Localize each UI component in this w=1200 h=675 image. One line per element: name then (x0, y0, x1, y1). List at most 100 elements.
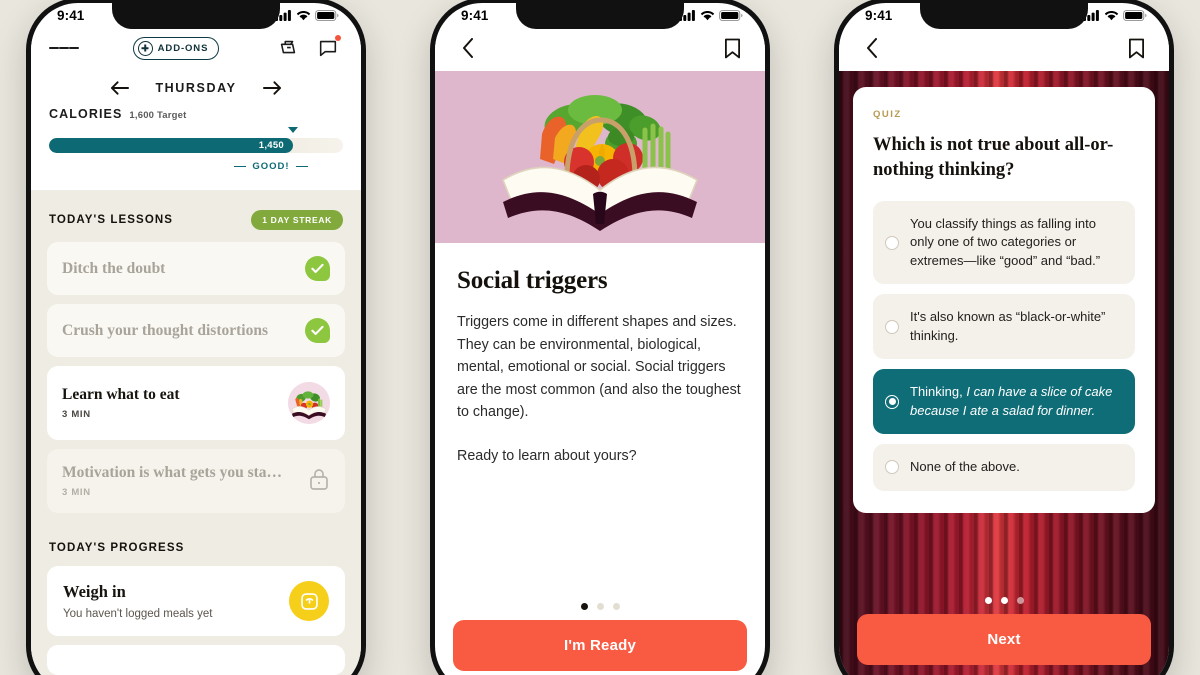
weigh-in-subtitle: You haven't logged meals yet (63, 608, 213, 620)
weigh-in-card[interactable]: Weigh in You haven't logged meals yet (47, 566, 345, 636)
phone-notch (112, 3, 280, 29)
streak-badge: 1 DAY STREAK (251, 210, 343, 230)
progress-section-title: TODAY'S PROGRESS (49, 542, 185, 554)
page-dot-3[interactable] (1016, 597, 1024, 604)
check-circle-icon (305, 256, 330, 281)
quiz-option-3-selected[interactable]: Thinking, I can have a slice of cake bec… (873, 369, 1135, 435)
chevron-left-icon[interactable] (857, 33, 887, 63)
lesson-title: Crush your thought distortions (62, 321, 268, 339)
lesson-row-completed-1[interactable]: Ditch the doubt (47, 242, 345, 295)
phone1-app-bar: ADD-ONS (31, 25, 361, 71)
lesson-hero-image (435, 71, 765, 243)
quiz-card: QUIZ Which is not true about all-or-noth… (853, 87, 1155, 513)
check-circle-icon (305, 318, 330, 343)
arrow-left-icon[interactable] (110, 81, 130, 95)
battery-icon (719, 9, 743, 21)
weigh-in-title: Weigh in (63, 582, 126, 601)
quiz-kicker: QUIZ (873, 109, 902, 120)
radio-unselected-icon (885, 235, 899, 250)
battery-icon (1123, 9, 1147, 21)
quiz-option-label: Thinking, I can have a slice of cake bec… (910, 383, 1119, 420)
weight-scale-icon[interactable] (273, 33, 303, 63)
radio-selected-icon (885, 394, 899, 409)
weight-scale-icon[interactable] (289, 581, 329, 621)
wifi-icon (700, 10, 715, 20)
lesson-row-active[interactable]: Learn what to eat 3 MIN (47, 366, 345, 440)
page-dot-2[interactable] (1000, 597, 1008, 604)
lesson-title: Ditch the doubt (62, 259, 166, 277)
lock-icon (308, 467, 330, 496)
phone1-scroll-area[interactable]: TODAY'S LESSONS 1 DAY STREAK Ditch the d… (31, 190, 361, 675)
phone3-app-bar (839, 25, 1169, 71)
quiz-option-1[interactable]: You classify things as falling into only… (873, 200, 1135, 285)
next-button[interactable]: Next (857, 614, 1151, 665)
chat-bubble-icon[interactable] (313, 33, 343, 63)
bookmark-icon[interactable] (717, 33, 747, 63)
lesson-duration: 3 MIN (62, 487, 91, 498)
lesson-title: Learn what to eat (62, 386, 180, 403)
quiz-option-2[interactable]: It's also known as “black-or-white” thin… (873, 294, 1135, 360)
phone-2-lesson: 9:41 Social triggers Triggers come in di… (430, 0, 770, 675)
battery-icon (315, 9, 339, 21)
page-dot-1[interactable] (580, 603, 588, 610)
lesson-title: Motivation is what gets you sta… (62, 464, 283, 481)
quiz-question: Which is not true about all-or-nothing t… (873, 135, 1114, 180)
add-ons-label: ADD-ONS (157, 42, 209, 54)
wifi-icon (296, 10, 311, 20)
status-dash-left (234, 165, 247, 168)
lesson-row-completed-2[interactable]: Crush your thought distortions (47, 304, 345, 357)
calories-progress-fill: 1,450 (49, 138, 294, 153)
page-dot-2[interactable] (596, 603, 604, 610)
hamburger-menu-icon[interactable] (49, 33, 79, 63)
page-dot-3[interactable] (612, 603, 620, 610)
phone-3-quiz: 9:41 QUIZ Which is not true about all-or… (834, 0, 1174, 675)
progress-section-header: TODAY'S PROGRESS (47, 522, 345, 566)
lesson-paragraph-1: Triggers come in different shapes and si… (457, 314, 741, 421)
calories-progress-track: 1,450 (49, 138, 343, 153)
arrow-right-icon[interactable] (262, 81, 282, 95)
phone2-app-bar (435, 25, 765, 71)
lessons-section-header: TODAY'S LESSONS 1 DAY STREAK (47, 190, 345, 242)
vegetables-book-thumbnail (288, 382, 330, 424)
status-bar-time: 9:41 (865, 7, 893, 23)
plus-circle-icon (137, 40, 153, 56)
lesson-title: Social triggers (457, 267, 608, 294)
lesson-row-locked[interactable]: Motivation is what gets you sta… 3 MIN (47, 449, 345, 513)
lessons-section-title: TODAY'S LESSONS (49, 214, 174, 226)
quiz-option-prefix: Thinking, (910, 384, 967, 400)
add-ons-button[interactable]: ADD-ONS (132, 36, 220, 60)
im-ready-button[interactable]: I'm Ready (453, 620, 747, 671)
day-navigator: THURSDAY CALORIES 1,600 Target 1,450 GOO… (31, 71, 361, 190)
status-bar-time: 9:41 (461, 7, 489, 23)
page-dot-1[interactable] (984, 597, 992, 604)
calories-target-label: 1,600 Target (129, 110, 187, 121)
calories-title: CALORIES (49, 107, 123, 121)
progress-card-partial[interactable] (47, 645, 345, 675)
vegetables-book-illustration (288, 382, 330, 424)
radio-unselected-icon (885, 460, 899, 475)
quiz-background: QUIZ Which is not true about all-or-noth… (839, 71, 1169, 675)
lesson-duration: 3 MIN (62, 409, 91, 420)
lesson-content: Social triggers Triggers come in differe… (435, 243, 765, 595)
bookmark-icon[interactable] (1121, 33, 1151, 63)
chevron-left-icon[interactable] (453, 33, 483, 63)
status-bar-time: 9:41 (57, 7, 85, 23)
notification-dot (334, 35, 341, 41)
current-day-label: THURSDAY (155, 81, 237, 95)
wifi-icon (1104, 10, 1119, 20)
quiz-option-4[interactable]: None of the above. (873, 444, 1135, 491)
phone-notch (516, 3, 684, 29)
calories-status: GOOD! (49, 161, 343, 172)
quiz-option-label: It's also known as “black-or-white” thin… (910, 309, 1106, 343)
phone1-body: THURSDAY CALORIES 1,600 Target 1,450 GOO… (31, 71, 361, 675)
calories-summary: CALORIES 1,600 Target 1,450 GOOD! (31, 107, 361, 190)
page-indicator (435, 595, 765, 620)
calories-consumed-label: 1,450 (258, 140, 285, 151)
quiz-option-label: You classify things as falling into only… (910, 215, 1101, 268)
status-dash-right (295, 165, 308, 168)
calories-target-marker (288, 127, 299, 133)
calories-status-label: GOOD! (252, 161, 290, 172)
radio-unselected-icon (885, 319, 899, 334)
phone-notch (920, 3, 1088, 29)
quiz-option-label: None of the above. (910, 459, 1020, 475)
